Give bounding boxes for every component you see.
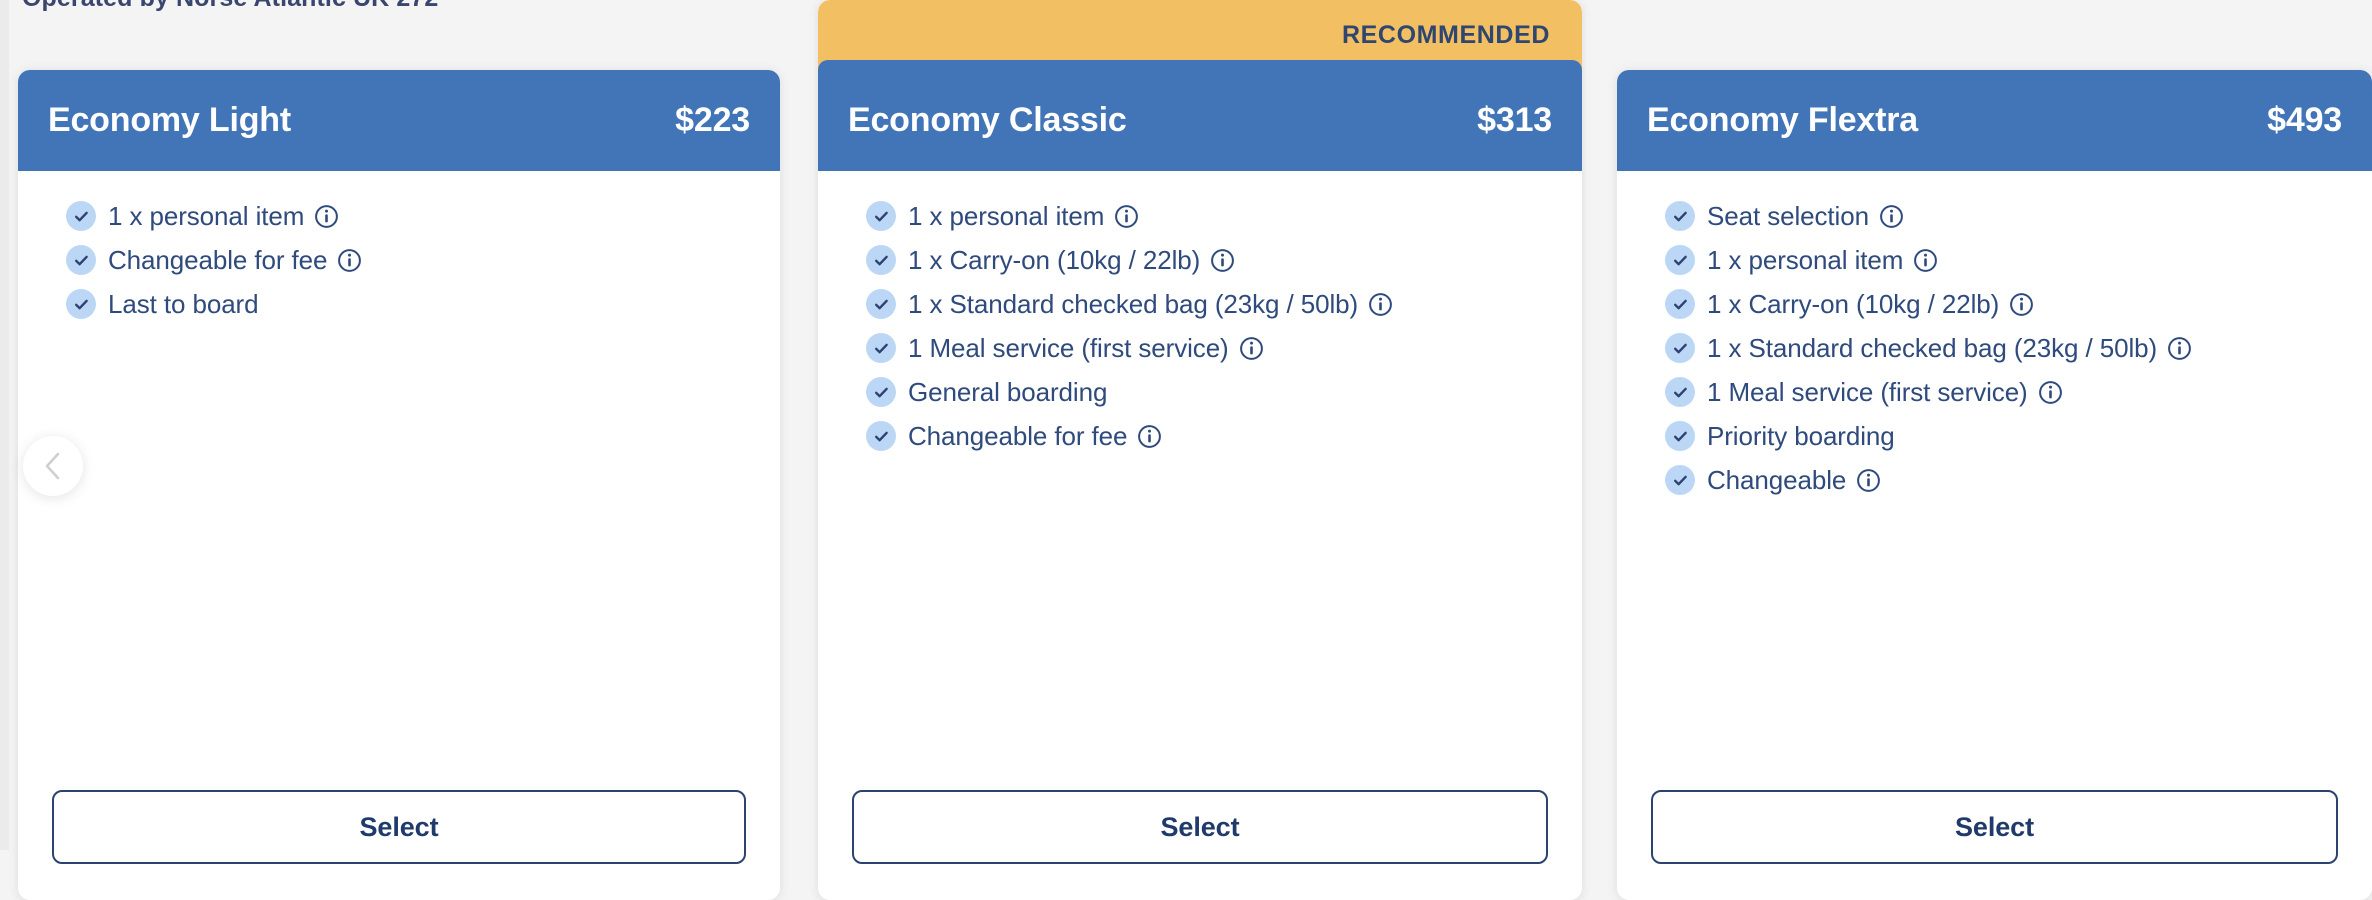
fare-price: $223 xyxy=(675,101,750,139)
info-icon[interactable] xyxy=(1210,248,1235,273)
feature-label: Changeable for fee xyxy=(108,244,328,275)
info-icon[interactable] xyxy=(1879,204,1904,229)
feature-item: Priority boarding xyxy=(1665,421,2346,451)
feature-item: 1 x personal item xyxy=(1665,245,2346,275)
feature-label: 1 Meal service (first service) xyxy=(908,332,1229,363)
feature-item: Changeable for fee xyxy=(66,245,754,275)
feature-item: 1 x Carry-on (10kg / 22lb) xyxy=(866,245,1556,275)
select-fare-button[interactable]: Select xyxy=(852,790,1548,864)
feature-item: 1 x personal item xyxy=(66,201,754,231)
feature-label: 1 x Carry-on (10kg / 22lb) xyxy=(908,244,1201,275)
select-fare-button[interactable]: Select xyxy=(1651,790,2338,864)
feature-label: Seat selection xyxy=(1707,200,1869,231)
check-icon xyxy=(1665,289,1695,319)
feature-item: 1 Meal service (first service) xyxy=(1665,377,2346,407)
feature-item: Changeable xyxy=(1665,465,2346,495)
feature-item: Seat selection xyxy=(1665,201,2346,231)
chevron-left-icon xyxy=(41,450,65,482)
info-icon[interactable] xyxy=(1913,248,1938,273)
feature-label: Changeable xyxy=(1707,464,1847,495)
fare-feature-list: 1 x personal item 1 x Carry-on (10kg / 22… xyxy=(818,171,1582,790)
fare-name: Economy Classic xyxy=(848,101,1127,139)
check-icon xyxy=(66,201,96,231)
check-icon xyxy=(1665,377,1695,407)
fare-feature-list: Seat selection 1 x personal item 1 x Carry… xyxy=(1617,171,2372,790)
info-icon[interactable] xyxy=(2038,380,2063,405)
check-icon xyxy=(866,289,896,319)
select-button-container: Select xyxy=(18,790,780,864)
check-icon xyxy=(1665,201,1695,231)
feature-label: Last to board xyxy=(108,288,259,319)
feature-label: 1 x personal item xyxy=(108,200,305,231)
feature-item: 1 x personal item xyxy=(866,201,1556,231)
fare-price: $313 xyxy=(1477,101,1552,139)
fare-card-economy-light: Economy Light $223 1 x personal item Change… xyxy=(18,70,780,900)
select-button-container: Select xyxy=(818,790,1582,864)
feature-label: Priority boarding xyxy=(1707,420,1895,451)
feature-item: 1 x Standard checked bag (23kg / 50lb) xyxy=(866,289,1556,319)
feature-label: 1 x Standard checked bag (23kg / 50lb) xyxy=(1707,332,2158,363)
feature-label: 1 x Carry-on (10kg / 22lb) xyxy=(1707,288,2000,319)
info-icon[interactable] xyxy=(2167,336,2192,361)
carousel-prev-button[interactable] xyxy=(23,436,83,496)
feature-label: Changeable for fee xyxy=(908,420,1128,451)
fare-card-header: Economy Flextra $493 xyxy=(1617,70,2372,171)
check-icon xyxy=(866,245,896,275)
check-icon xyxy=(866,333,896,363)
info-icon[interactable] xyxy=(1856,468,1881,493)
fare-name: Economy Flextra xyxy=(1647,101,1918,139)
feature-item: Changeable for fee xyxy=(866,421,1556,451)
info-icon[interactable] xyxy=(2009,292,2034,317)
fare-price: $493 xyxy=(2267,101,2342,139)
info-icon[interactable] xyxy=(1239,336,1264,361)
check-icon xyxy=(66,245,96,275)
fare-card-economy-classic: RECOMMENDED Economy Classic $313 1 x person… xyxy=(818,0,1582,900)
fare-card-carousel: Economy Light $223 1 x personal item Change… xyxy=(0,0,2372,900)
feature-label: 1 x personal item xyxy=(908,200,1105,231)
check-icon xyxy=(1665,421,1695,451)
fare-card-header: Economy Classic $313 xyxy=(818,60,1582,171)
recommended-badge-label: RECOMMENDED xyxy=(1342,20,1550,49)
feature-label: 1 Meal service (first service) xyxy=(1707,376,2028,407)
check-icon xyxy=(1665,245,1695,275)
fare-feature-list: 1 x personal item Changeable for fee Last … xyxy=(18,171,780,790)
select-button-container: Select xyxy=(1617,790,2372,864)
check-icon xyxy=(66,289,96,319)
feature-item: General boarding xyxy=(866,377,1556,407)
fare-name: Economy Light xyxy=(48,101,291,139)
fare-card-header: Economy Light $223 xyxy=(18,70,780,171)
feature-item: 1 Meal service (first service) xyxy=(866,333,1556,363)
check-icon xyxy=(1665,333,1695,363)
info-icon[interactable] xyxy=(1114,204,1139,229)
feature-item: Last to board xyxy=(66,289,754,319)
info-icon[interactable] xyxy=(314,204,339,229)
check-icon xyxy=(866,377,896,407)
check-icon xyxy=(866,421,896,451)
feature-label: General boarding xyxy=(908,376,1108,407)
feature-item: 1 x Standard checked bag (23kg / 50lb) xyxy=(1665,333,2346,363)
fare-card-economy-flextra: Economy Flextra $493 Seat selection 1 x per… xyxy=(1617,70,2372,900)
check-icon xyxy=(866,201,896,231)
info-icon[interactable] xyxy=(1368,292,1393,317)
select-fare-button[interactable]: Select xyxy=(52,790,746,864)
info-icon[interactable] xyxy=(337,248,362,273)
feature-item: 1 x Carry-on (10kg / 22lb) xyxy=(1665,289,2346,319)
feature-label: 1 x Standard checked bag (23kg / 50lb) xyxy=(908,288,1359,319)
info-icon[interactable] xyxy=(1137,424,1162,449)
feature-label: 1 x personal item xyxy=(1707,244,1904,275)
check-icon xyxy=(1665,465,1695,495)
